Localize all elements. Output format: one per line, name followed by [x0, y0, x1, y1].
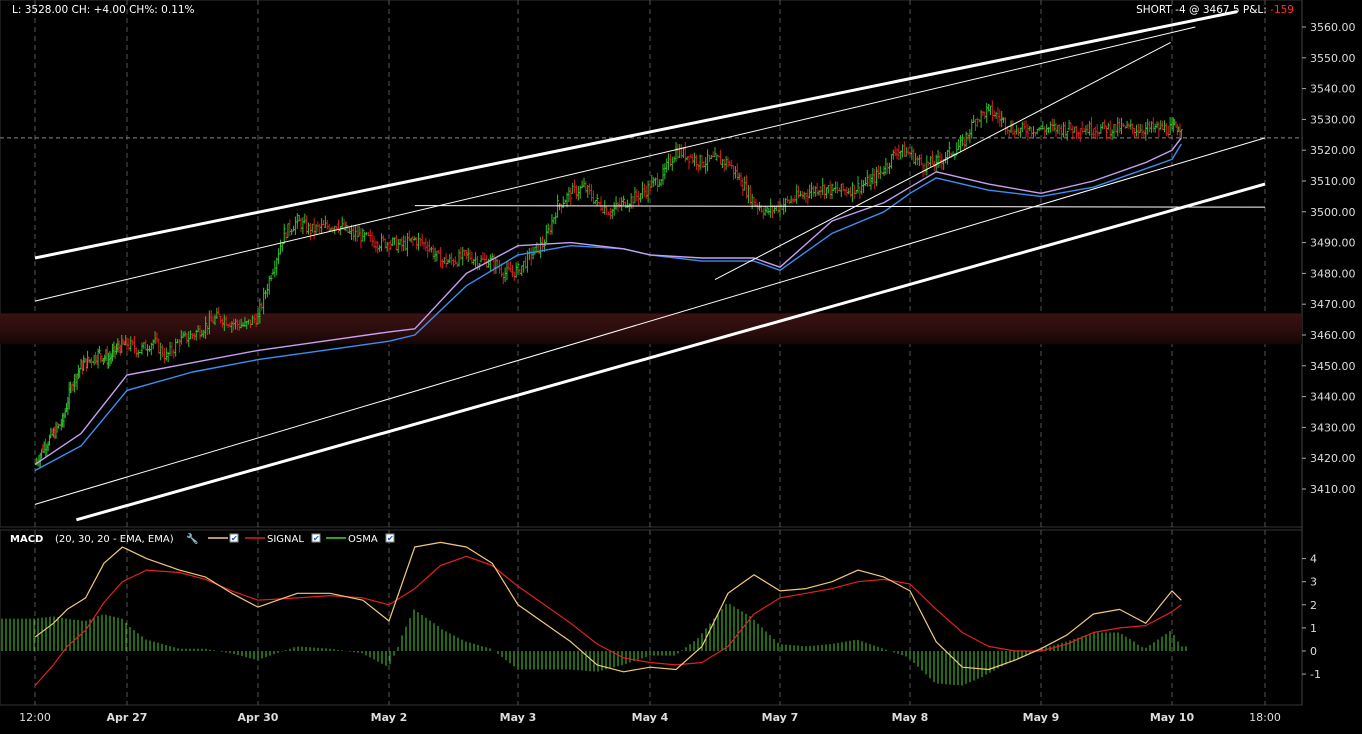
- price-tick-label: 3450.00: [1310, 360, 1356, 373]
- chart-background: [0, 0, 1362, 730]
- time-tick-label: 18:00: [1249, 711, 1281, 724]
- time-tick-label: May 2: [371, 711, 408, 724]
- osma-legend-label: OSMA: [348, 534, 378, 545]
- price-tick-label: 3480.00: [1310, 267, 1356, 280]
- signal-legend-label: SIGNAL: [267, 534, 304, 545]
- time-tick-label: May 3: [500, 711, 537, 724]
- checkmark-icon: ✔: [313, 534, 320, 543]
- time-tick-label: Apr 27: [107, 711, 148, 724]
- price-tick-label: 3560.00: [1310, 21, 1356, 34]
- pnl-value: -159: [1270, 4, 1294, 16]
- chart-root: 3410.00 3420.00 3430.00 3440.00 3450.00 3460.…: [0, 0, 1362, 730]
- macd-tick-label: 0: [1310, 645, 1317, 658]
- macd-tick-label: 3: [1310, 576, 1317, 589]
- resistance-zone: [0, 313, 1302, 345]
- price-tick-label: 3420.00: [1310, 452, 1356, 465]
- price-tick-label: 3540.00: [1310, 83, 1356, 96]
- macd-legend-params: (20, 30, 20 - EMA, EMA): [55, 534, 174, 545]
- price-tick-label: 3430.00: [1310, 421, 1356, 434]
- time-tick-label: May 8: [892, 711, 929, 724]
- time-tick-label: May 9: [1023, 711, 1060, 724]
- checkmark-icon: ✔: [231, 534, 238, 543]
- chart-canvas: 3410.00 3420.00 3430.00 3440.00 3450.00 3460.…: [0, 0, 1362, 730]
- time-tick-label: May 4: [632, 711, 669, 724]
- time-tick-label: Apr 30: [238, 711, 279, 724]
- macd-tick-label: 1: [1310, 622, 1317, 635]
- macd-tick-label: -1: [1310, 668, 1321, 681]
- price-tick-label: 3440.00: [1310, 391, 1356, 404]
- macd-tick-label: 4: [1310, 553, 1317, 566]
- macd-tick-label: 2: [1310, 599, 1317, 612]
- price-tick-label: 3510.00: [1310, 175, 1356, 188]
- position-info-text: SHORT -4 @ 3467.5 P&L: -159: [1136, 4, 1294, 16]
- price-info-text: L: 3528.00 CH: +4.00 CH%: 0.11%: [12, 4, 195, 16]
- position-label: SHORT -4 @ 3467.5 P&L:: [1136, 4, 1270, 16]
- macd-legend-title: MACD: [10, 534, 43, 545]
- time-tick-label: 12:00: [19, 711, 51, 724]
- price-tick-label: 3520.00: [1310, 144, 1356, 157]
- price-tick-label: 3530.00: [1310, 113, 1356, 126]
- price-tick-label: 3490.00: [1310, 237, 1356, 250]
- price-tick-label: 3410.00: [1310, 483, 1356, 496]
- price-tick-label: 3470.00: [1310, 298, 1356, 311]
- time-tick-label: May 7: [762, 711, 799, 724]
- time-tick-label: May 10: [1150, 711, 1195, 724]
- price-tick-label: 3500.00: [1310, 206, 1356, 219]
- checkmark-icon: ✔: [387, 534, 394, 543]
- wrench-icon[interactable]: 🔧: [186, 532, 198, 545]
- price-tick-label: 3550.00: [1310, 52, 1356, 65]
- price-tick-label: 3460.00: [1310, 329, 1356, 342]
